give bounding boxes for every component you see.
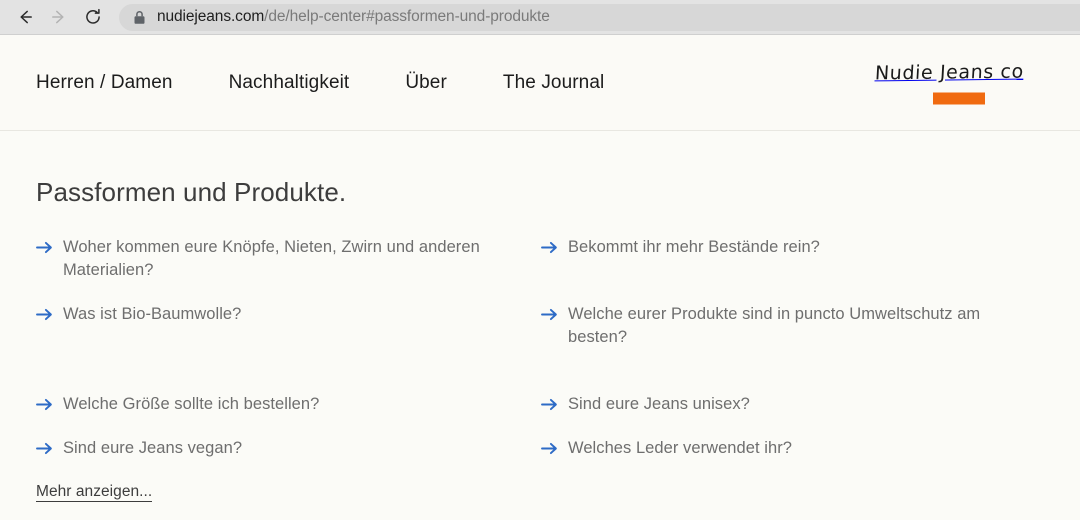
browser-reload-button[interactable] bbox=[76, 2, 110, 32]
faq-link-grid: Woher kommen eure Knöpfe, Nieten, Zwirn … bbox=[36, 236, 1044, 460]
faq-cell: Was ist Bio-Baumwolle? bbox=[36, 303, 541, 349]
browser-toolbar: nudiejeans.com/de/help-center#passformen… bbox=[0, 0, 1080, 35]
faq-link-label: Bekommt ihr mehr Bestände rein? bbox=[568, 238, 820, 256]
faq-link[interactable]: Sind eure Jeans vegan? bbox=[36, 437, 514, 460]
main-navigation: Herren / Damen Nachhaltigkeit Über The J… bbox=[36, 72, 604, 94]
site-logo[interactable]: Nudie Jeans co bbox=[874, 60, 1025, 104]
arrow-right-icon bbox=[541, 241, 558, 259]
nav-item-the-journal[interactable]: The Journal bbox=[503, 72, 604, 94]
nav-item-nachhaltigkeit[interactable]: Nachhaltigkeit bbox=[229, 72, 350, 94]
address-bar-text: nudiejeans.com/de/help-center#passformen… bbox=[157, 8, 550, 26]
faq-link-label: Was ist Bio-Baumwolle? bbox=[63, 305, 242, 323]
faq-cell: Woher kommen eure Knöpfe, Nieten, Zwirn … bbox=[36, 236, 541, 282]
show-more-link[interactable]: Mehr anzeigen... bbox=[36, 483, 153, 502]
arrow-right-icon bbox=[36, 308, 53, 326]
address-bar[interactable]: nudiejeans.com/de/help-center#passformen… bbox=[119, 3, 1080, 31]
faq-link-label: Welche eurer Produkte sind in puncto Umw… bbox=[568, 305, 981, 346]
logo-text: Nudie Jeans co bbox=[874, 60, 1025, 84]
faq-cell: Bekommt ihr mehr Bestände rein? bbox=[541, 236, 1044, 282]
faq-link-label: Sind eure Jeans vegan? bbox=[63, 439, 243, 457]
url-domain: nudiejeans.com bbox=[157, 8, 265, 25]
nav-item-herren-damen[interactable]: Herren / Damen bbox=[36, 72, 173, 94]
arrow-right-icon bbox=[36, 398, 53, 416]
faq-link[interactable]: Sind eure Jeans unisex? bbox=[541, 393, 1019, 416]
url-path: /de/help-center#passformen-und-produkte bbox=[264, 8, 550, 25]
faq-link-label: Welches Leder verwendet ihr? bbox=[568, 439, 792, 457]
reload-icon bbox=[83, 7, 103, 27]
nav-item-ueber[interactable]: Über bbox=[405, 72, 447, 94]
arrow-right-icon bbox=[541, 308, 558, 326]
faq-cell: Welche Größe sollte ich bestellen? bbox=[36, 393, 541, 416]
main-content: Passformen und Produkte. Woher kommen eu… bbox=[0, 131, 1080, 502]
site-header: Herren / Damen Nachhaltigkeit Über The J… bbox=[0, 35, 1080, 131]
arrow-right-icon bbox=[541, 442, 558, 460]
arrow-left-icon bbox=[15, 7, 35, 27]
arrow-right-icon bbox=[36, 442, 53, 460]
faq-cell: Sind eure Jeans unisex? bbox=[541, 393, 1044, 416]
page-title: Passformen und Produkte. bbox=[36, 177, 347, 207]
faq-cell: Welche eurer Produkte sind in puncto Umw… bbox=[541, 303, 1044, 349]
logo-orange-bar bbox=[932, 92, 985, 104]
faq-cell: Sind eure Jeans vegan? bbox=[36, 437, 541, 460]
faq-link-label: Sind eure Jeans unisex? bbox=[568, 395, 750, 413]
browser-forward-button[interactable] bbox=[42, 2, 76, 32]
faq-cell: Welches Leder verwendet ihr? bbox=[541, 437, 1044, 460]
faq-link[interactable]: Woher kommen eure Knöpfe, Nieten, Zwirn … bbox=[36, 236, 514, 282]
arrow-right-icon bbox=[36, 241, 53, 259]
faq-link[interactable]: Was ist Bio-Baumwolle? bbox=[36, 303, 514, 326]
browser-back-button[interactable] bbox=[8, 2, 42, 32]
faq-link[interactable]: Welche eurer Produkte sind in puncto Umw… bbox=[541, 303, 1019, 349]
faq-link-label: Woher kommen eure Knöpfe, Nieten, Zwirn … bbox=[63, 238, 480, 279]
faq-link[interactable]: Welche Größe sollte ich bestellen? bbox=[36, 393, 514, 416]
arrow-right-icon bbox=[49, 7, 69, 27]
arrow-right-icon bbox=[541, 398, 558, 416]
lock-icon bbox=[133, 10, 146, 25]
show-more-container: Mehr anzeigen... bbox=[36, 483, 1044, 502]
faq-link-label: Welche Größe sollte ich bestellen? bbox=[63, 395, 320, 413]
faq-link[interactable]: Welches Leder verwendet ihr? bbox=[541, 437, 1019, 460]
faq-link[interactable]: Bekommt ihr mehr Bestände rein? bbox=[541, 236, 1019, 259]
